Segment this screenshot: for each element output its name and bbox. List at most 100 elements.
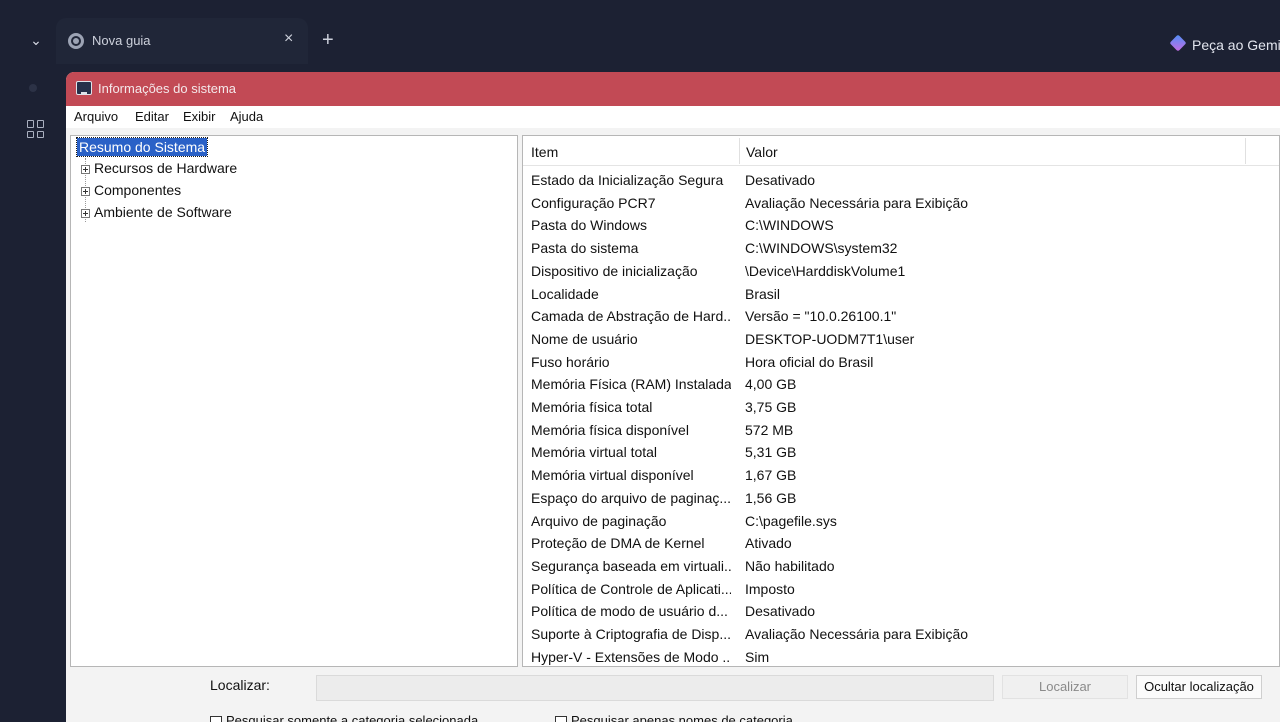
tree-item-hardware[interactable]: Recursos de Hardware <box>81 160 237 176</box>
table-row[interactable]: Espaço do arquivo de paginaç... 1,56 GB <box>523 488 1279 510</box>
system-info-icon <box>76 81 92 95</box>
list-header: Item Valor <box>523 136 1279 166</box>
row-item: Hyper-V - Extensões de Modo ... <box>531 648 731 665</box>
table-row[interactable]: Localidade Brasil <box>523 284 1279 306</box>
menu-bar: Arquivo Editar Exibir Ajuda <box>66 106 1280 128</box>
row-value: Desativado <box>745 603 816 620</box>
row-value: Versão = "10.0.26100.1" <box>745 308 897 325</box>
row-value: Avaliação Necessária para Exibição <box>745 194 969 211</box>
row-item: Arquivo de paginação <box>531 512 667 529</box>
browser-tab[interactable]: Nova guia × <box>56 18 308 64</box>
column-divider[interactable] <box>1245 138 1246 164</box>
check-category-names[interactable]: Pesquisar apenas nomes de categoria <box>555 713 793 722</box>
details-list: Item Valor Estado da Inicialização Segur… <box>522 135 1280 667</box>
table-row[interactable]: Configuração PCR7 Avaliação Necessária pa… <box>523 193 1279 215</box>
table-row[interactable]: Memória virtual disponível 1,67 GB <box>523 465 1279 487</box>
apps-grid-icon[interactable] <box>27 120 45 138</box>
row-value: Ativado <box>745 535 792 552</box>
table-row[interactable]: Pasta do Windows C:\WINDOWS <box>523 215 1279 237</box>
column-header-value[interactable]: Valor <box>746 144 778 160</box>
rail-dot <box>29 84 37 92</box>
table-row[interactable]: Memória virtual total 5,31 GB <box>523 442 1279 464</box>
column-header-item[interactable]: Item <box>531 144 558 160</box>
row-item: Dispositivo de inicialização <box>531 262 698 279</box>
check-selected-category[interactable]: Pesquisar somente a categoria selecionad… <box>210 713 478 722</box>
tree-item-resumo[interactable]: Resumo do Sistema <box>75 137 209 157</box>
expand-icon[interactable] <box>81 186 90 196</box>
row-value: 4,00 GB <box>745 376 797 393</box>
row-value: DESKTOP-UODM7T1\user <box>745 330 915 347</box>
menu-editar[interactable]: Editar <box>135 109 169 124</box>
gemini-icon <box>1169 34 1187 52</box>
row-item: Nome de usuário <box>531 330 638 347</box>
window-title: Informações do sistema <box>98 81 237 96</box>
row-value: Sim <box>745 648 770 665</box>
browser-tab-strip: ⌄ Nova guia × + Peça ao Gemini <box>0 0 1280 72</box>
menu-exibir[interactable]: Exibir <box>183 109 216 124</box>
tree-item-label: Recursos de Hardware <box>94 160 238 176</box>
table-row[interactable]: Dispositivo de inicialização \Device\Hard… <box>523 261 1279 283</box>
find-label: Localizar: <box>210 677 270 693</box>
gemini-button[interactable]: Peça ao Gemini <box>1162 30 1280 60</box>
row-item: Memória física disponível <box>531 421 689 438</box>
browser-side-rail <box>0 72 66 722</box>
row-item: Configuração PCR7 <box>531 194 656 211</box>
checkbox-label: Pesquisar somente a categoria selecionad… <box>226 713 479 722</box>
row-value: 5,31 GB <box>745 444 797 461</box>
row-value: C:\pagefile.sys <box>745 512 837 529</box>
row-item: Memória virtual disponível <box>531 467 694 484</box>
tree-item-label: Componentes <box>94 182 182 198</box>
checkbox[interactable] <box>210 715 222 722</box>
row-item: Localidade <box>531 285 599 302</box>
row-item: Proteção de DMA de Kernel <box>531 535 705 552</box>
row-value: 1,56 GB <box>745 489 797 506</box>
table-row[interactable]: Hyper-V - Extensões de Modo ... Sim <box>523 647 1279 666</box>
new-tab-button[interactable]: + <box>322 28 334 52</box>
menu-arquivo[interactable]: Arquivo <box>74 109 118 124</box>
table-row[interactable]: Estado da Inicialização Segura Desativado <box>523 170 1279 192</box>
tree-item-label: Ambiente de Software <box>94 204 232 220</box>
checkbox-label: Pesquisar apenas nomes de categoria <box>571 713 793 722</box>
table-row[interactable]: Pasta do sistema C:\WINDOWS\system32 <box>523 238 1279 260</box>
row-value: C:\WINDOWS\system32 <box>745 240 898 257</box>
row-item: Suporte à Criptografia de Disp... <box>531 626 731 642</box>
table-row[interactable]: Política de Controle de Aplicati... Impos… <box>523 579 1279 601</box>
close-tab-icon[interactable]: × <box>284 30 293 48</box>
table-row[interactable]: Memória física disponível 572 MB <box>523 420 1279 442</box>
row-value: Desativado <box>745 172 816 188</box>
row-value: \Device\HarddiskVolume1 <box>745 262 906 279</box>
menu-ajuda[interactable]: Ajuda <box>230 109 263 124</box>
expand-icon[interactable] <box>81 208 90 218</box>
row-value: 1,67 GB <box>745 467 797 484</box>
table-row[interactable]: Proteção de DMA de Kernel Ativado <box>523 533 1279 555</box>
chrome-icon <box>68 33 84 49</box>
find-bar: Localizar: Localizar Ocultar localização… <box>66 667 1280 722</box>
table-row[interactable]: Nome de usuário DESKTOP-UODM7T1\user <box>523 329 1279 351</box>
table-row[interactable]: Fuso horário Hora oficial do Brasil <box>523 352 1279 374</box>
checkbox[interactable] <box>555 715 567 722</box>
table-row[interactable]: Segurança baseada em virtuali... Não habi… <box>523 556 1279 578</box>
tree-item-software[interactable]: Ambiente de Software <box>81 204 232 220</box>
gemini-label: Peça ao Gemini <box>1192 37 1280 53</box>
column-divider[interactable] <box>739 138 740 164</box>
find-input[interactable] <box>316 675 994 701</box>
table-row[interactable]: Arquivo de paginação C:\pagefile.sys <box>523 511 1279 533</box>
tree-item-componentes[interactable]: Componentes <box>81 182 181 198</box>
chevron-down-icon[interactable]: ⌄ <box>24 28 48 52</box>
hide-find-button[interactable]: Ocultar localização <box>1136 675 1262 699</box>
row-item: Memória Física (RAM) Instalada <box>531 376 731 393</box>
find-button[interactable]: Localizar <box>1002 675 1128 699</box>
row-value: Hora oficial do Brasil <box>745 353 874 370</box>
table-row[interactable]: Camada de Abstração de Hard... Versão = "… <box>523 306 1279 328</box>
table-row[interactable]: Suporte à Criptografia de Disp... Avaliaç… <box>523 624 1279 646</box>
table-row[interactable]: Política de modo de usuário d... Desativa… <box>523 601 1279 623</box>
row-value: Não habilitado <box>745 557 835 574</box>
window-titlebar[interactable]: Informações do sistema <box>66 72 1280 106</box>
row-item: Pasta do sistema <box>531 240 639 257</box>
expand-icon[interactable] <box>81 164 90 174</box>
row-item: Política de modo de usuário d... <box>531 603 728 620</box>
table-row[interactable]: Memória física total 3,75 GB <box>523 397 1279 419</box>
table-row[interactable]: Memória Física (RAM) Instalada 4,00 GB <box>523 374 1279 396</box>
row-item: Estado da Inicialização Segura <box>531 172 724 188</box>
row-item: Política de Controle de Aplicati... <box>531 580 731 597</box>
